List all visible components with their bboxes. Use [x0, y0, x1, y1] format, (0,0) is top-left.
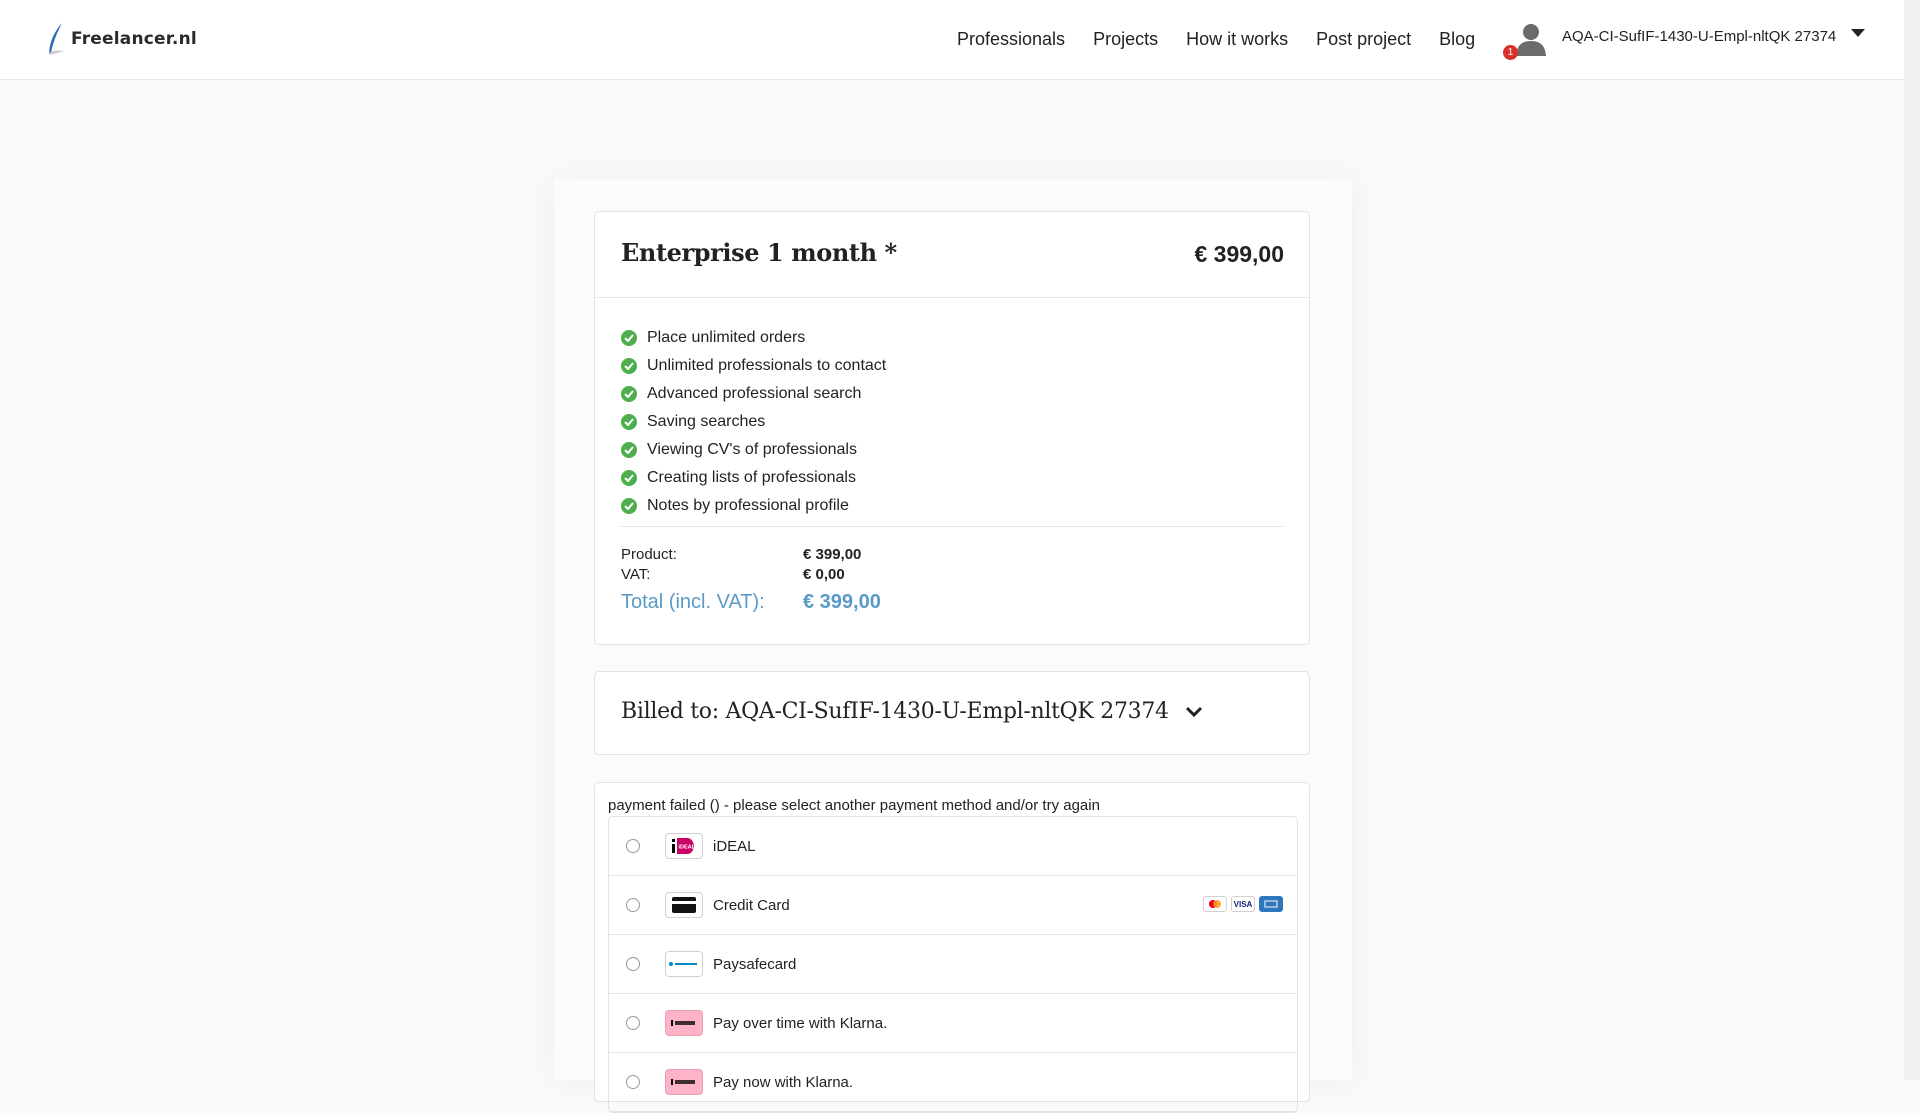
nav-blog[interactable]: Blog [1439, 29, 1475, 50]
radio-button[interactable] [626, 1016, 640, 1030]
mastercard-icon [1203, 896, 1227, 912]
site-logo[interactable]: Freelancer.nl [46, 22, 197, 56]
total-label: Total (incl. VAT): [621, 590, 765, 613]
feature-item: Saving searches [621, 408, 886, 436]
check-circle-icon [621, 330, 637, 346]
radio-button[interactable] [626, 839, 640, 853]
payment-option-klarna-later[interactable]: Pay over time with Klarna. [609, 994, 1297, 1053]
nav-professionals[interactable]: Professionals [957, 29, 1065, 50]
summary-value: € 0,00 [803, 565, 845, 583]
method-label: Pay over time with Klarna. [713, 1014, 888, 1032]
product-price: € 399,00 [1194, 241, 1284, 267]
check-circle-icon [621, 498, 637, 514]
feature-item: Unlimited professionals to contact [621, 352, 886, 380]
caret-down-icon[interactable] [1851, 28, 1866, 38]
check-circle-icon [621, 358, 637, 374]
radio-button[interactable] [626, 957, 640, 971]
radio-button[interactable] [626, 898, 640, 912]
check-circle-icon [621, 442, 637, 458]
feature-label: Notes by professional profile [647, 497, 849, 514]
total-value: € 399,00 [803, 590, 881, 613]
notification-badge: 1 [1503, 45, 1518, 60]
top-navigation-bar: Freelancer.nl Professionals Projects How… [0, 0, 1904, 80]
payment-error-message: payment failed () - please select anothe… [608, 797, 1100, 814]
scrollbar-track[interactable] [1904, 0, 1920, 1080]
avatar[interactable]: 1 [1503, 18, 1550, 62]
feature-item: Place unlimited orders [621, 324, 886, 352]
billing-card[interactable]: Billed to: AQA-CI-SufIF-1430-U-Empl-nltQ… [594, 671, 1310, 755]
feather-logo-icon [49, 23, 64, 55]
method-label: iDEAL [713, 837, 756, 855]
nav-post-project[interactable]: Post project [1316, 29, 1411, 50]
payment-option-klarna-now[interactable]: Pay now with Klarna. [609, 1053, 1297, 1112]
summary-label: Product: [621, 545, 677, 563]
billed-to-label: Billed to: AQA-CI-SufIF-1430-U-Empl-nltQ… [621, 699, 1169, 724]
price-summary: Product: € 399,00 VAT: € 0,00 Total (inc… [621, 544, 881, 614]
feature-label: Viewing CV's of professionals [647, 441, 857, 458]
chevron-down-icon[interactable] [1185, 706, 1203, 718]
product-header: Enterprise 1 month * € 399,00 [595, 212, 1309, 298]
summary-row-product: Product: € 399,00 [621, 544, 881, 564]
feature-item: Notes by professional profile [621, 492, 886, 520]
payment-method-list: iDEAL iDEAL Credit Card VISA Paysafecard [608, 816, 1298, 1113]
card-brands: VISA [1199, 896, 1283, 912]
product-title: Enterprise 1 month * [621, 238, 897, 267]
product-card: Enterprise 1 month * € 399,00 Place unli… [594, 211, 1310, 645]
check-circle-icon [621, 470, 637, 486]
method-label: Paysafecard [713, 955, 797, 973]
feature-item: Creating lists of professionals [621, 464, 886, 492]
radio-button[interactable] [626, 1075, 640, 1089]
feature-label: Place unlimited orders [647, 329, 806, 346]
svg-text:iDEAL: iDEAL [679, 845, 696, 851]
feature-list: Place unlimited orders Unlimited profess… [621, 324, 886, 520]
method-label: Pay now with Klarna. [713, 1073, 854, 1091]
method-label: Credit Card [713, 896, 790, 914]
feature-label: Advanced professional search [647, 385, 862, 402]
feature-label: Saving searches [647, 413, 766, 430]
visa-icon: VISA [1231, 896, 1255, 912]
main-nav: Professionals Projects How it works Post… [957, 29, 1503, 50]
summary-value: € 399,00 [803, 545, 862, 563]
feature-item: Viewing CV's of professionals [621, 436, 886, 464]
klarna-icon [665, 1010, 703, 1036]
check-circle-icon [621, 414, 637, 430]
feature-item: Advanced professional search [621, 380, 886, 408]
nav-how-it-works[interactable]: How it works [1186, 29, 1288, 50]
payment-option-ideal[interactable]: iDEAL iDEAL [609, 817, 1297, 876]
logo-text: Freelancer.nl [71, 29, 197, 49]
user-menu[interactable]: 1 AQA-CI-SufIF-1430-U-Empl-nltQK 27374 [1503, 18, 1866, 62]
payment-option-credit-card[interactable]: Credit Card VISA [609, 876, 1297, 935]
feature-label: Unlimited professionals to contact [647, 357, 887, 374]
summary-row-vat: VAT: € 0,00 [621, 564, 881, 584]
summary-divider [621, 526, 1283, 527]
klarna-icon [665, 1069, 703, 1095]
payment-option-paysafecard[interactable]: Paysafecard [609, 935, 1297, 994]
ideal-icon: iDEAL [665, 833, 703, 859]
summary-label: VAT: [621, 565, 651, 583]
paysafecard-icon [665, 951, 703, 977]
billed-to[interactable]: Billed to: AQA-CI-SufIF-1430-U-Empl-nltQ… [621, 699, 1203, 724]
credit-card-icon [665, 892, 703, 918]
user-name[interactable]: AQA-CI-SufIF-1430-U-Empl-nltQK 27374 [1562, 28, 1836, 45]
nav-projects[interactable]: Projects [1093, 29, 1158, 50]
feature-label: Creating lists of professionals [647, 469, 856, 486]
check-circle-icon [621, 386, 637, 402]
summary-row-total: Total (incl. VAT): € 399,00 [621, 590, 881, 614]
amex-icon [1259, 896, 1283, 912]
payment-card: payment failed () - please select anothe… [594, 782, 1310, 1113]
